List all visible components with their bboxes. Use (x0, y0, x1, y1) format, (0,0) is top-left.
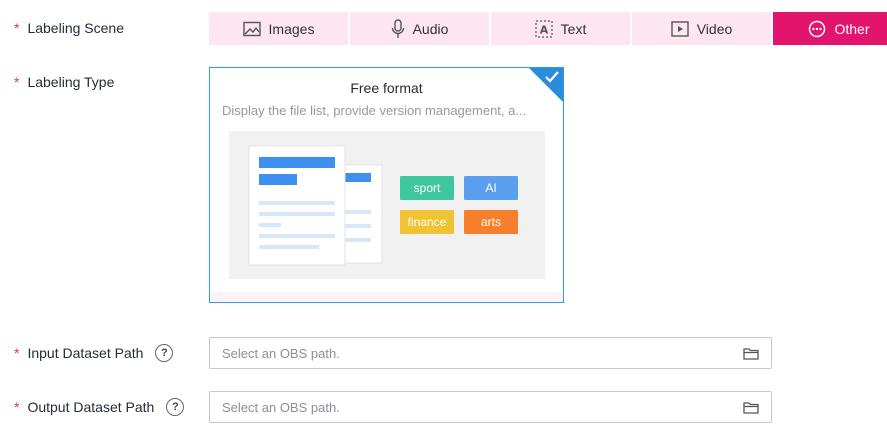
tag-chip-sport: sport (400, 176, 454, 200)
text-icon: A (535, 19, 553, 38)
tab-label: Other (834, 20, 870, 37)
help-icon[interactable]: ? (155, 344, 174, 362)
labeling-scene-text: Labeling Scene (27, 20, 124, 36)
placeholder-text: Select an OBS path. (222, 399, 340, 415)
output-dataset-path-text: Output Dataset Path (27, 399, 155, 415)
tab-label: Images (268, 20, 315, 37)
chip-label: sport (413, 181, 441, 195)
card-description: Display the file list, provide version m… (222, 103, 527, 118)
labeling-scene-label: * Labeling Scene (14, 20, 124, 36)
tab-video[interactable]: Video (632, 12, 771, 45)
chip-label: arts (480, 215, 501, 229)
tab-images[interactable]: Images (209, 12, 348, 45)
folder-icon[interactable] (743, 347, 759, 360)
tab-audio[interactable]: Audio (350, 12, 489, 45)
help-icon[interactable]: ? (166, 398, 185, 416)
microphone-icon (391, 18, 405, 39)
tab-other[interactable]: Other (773, 12, 887, 45)
tag-chip-ai: AI (464, 176, 518, 200)
image-icon (242, 21, 261, 37)
tab-label: Text (560, 20, 587, 37)
svg-text:A: A (539, 23, 548, 36)
tab-text[interactable]: A Text (491, 12, 630, 45)
required-mark: * (14, 20, 20, 36)
chip-label: AI (485, 181, 497, 195)
tag-chip-finance: finance (400, 210, 454, 234)
video-play-icon (671, 20, 689, 37)
input-dataset-path-label: * Input Dataset Path ? (14, 344, 174, 362)
chip-label: finance (407, 215, 447, 229)
card-title: Free format (350, 80, 423, 96)
labeling-type-label: * Labeling Type (14, 74, 114, 90)
labeling-type-card-free-format[interactable]: Free format Display the file list, provi… (209, 67, 564, 303)
free-format-illustration: sport AI finance arts (229, 131, 545, 279)
output-dataset-path-label: * Output Dataset Path ? (14, 398, 185, 416)
tab-label: Audio (412, 20, 449, 37)
tag-chip-arts: arts (464, 210, 518, 234)
output-dataset-path-field[interactable]: Select an OBS path. (209, 391, 772, 423)
card-footer (210, 292, 563, 302)
scene-tabs: Images Audio A Text Video Other (209, 12, 887, 45)
input-dataset-path-text: Input Dataset Path (27, 345, 144, 361)
ellipsis-circle-icon (808, 20, 826, 38)
required-mark: * (14, 74, 20, 90)
input-dataset-path-field[interactable]: Select an OBS path. (209, 337, 772, 369)
required-mark: * (14, 399, 20, 415)
placeholder-text: Select an OBS path. (222, 345, 340, 361)
labeling-type-text: Labeling Type (27, 74, 115, 90)
folder-icon[interactable] (743, 401, 759, 414)
required-mark: * (14, 345, 20, 361)
tab-label: Video (696, 20, 733, 37)
